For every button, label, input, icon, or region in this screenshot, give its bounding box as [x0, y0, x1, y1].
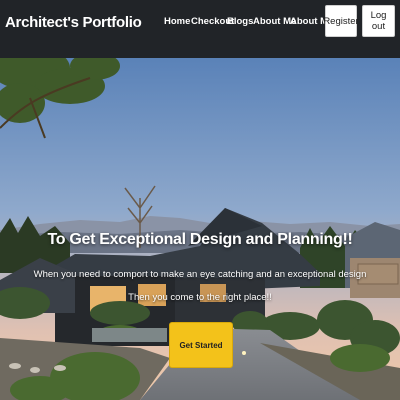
hero-title: To Get Exceptional Design and Planning!! — [47, 231, 353, 248]
nav-link-home[interactable]: Home — [164, 16, 190, 27]
hero-section: To Get Exceptional Design and Planning!!… — [0, 58, 400, 400]
logout-button[interactable]: Log out — [362, 5, 395, 37]
hero-subtitle-line2: Then you come to the right place!! — [128, 292, 272, 303]
hero-subtitle-line1: When you need to comport to make an eye … — [33, 269, 367, 280]
brand-title[interactable]: Architect's Portfolio — [5, 14, 142, 31]
get-started-button[interactable]: Get Started — [169, 322, 233, 368]
navbar: Architect's Portfolio Home Checkout Blog… — [0, 0, 400, 58]
nav-link-blogs[interactable]: Blogs — [227, 16, 253, 27]
register-button[interactable]: Register — [323, 5, 359, 37]
